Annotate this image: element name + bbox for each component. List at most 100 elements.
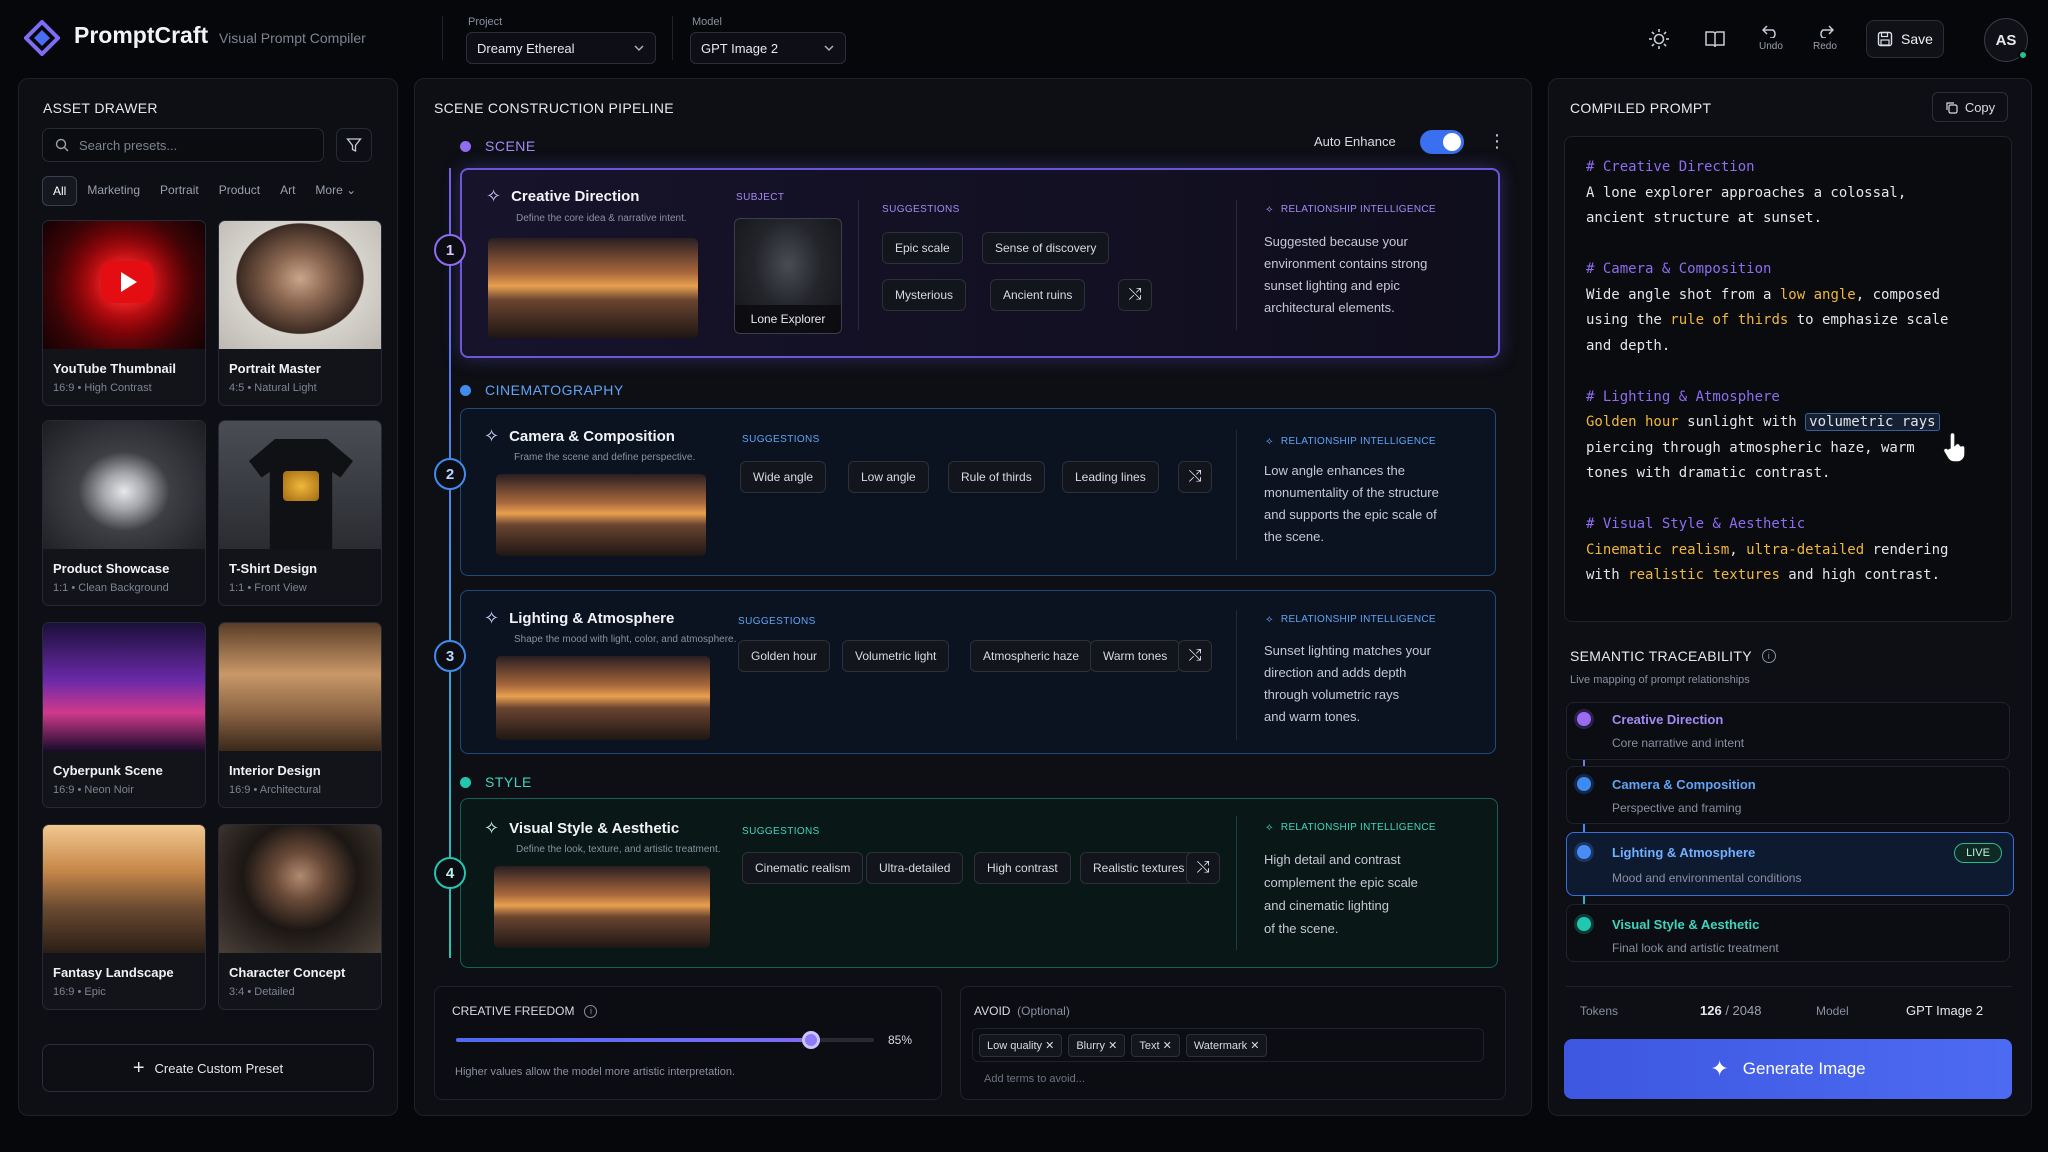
suggestions-label: SUGGESTIONS	[738, 616, 816, 627]
avatar[interactable]: AS	[1984, 18, 2028, 62]
preset-card[interactable]: Fantasy Landscape 16:9 • Epic	[42, 824, 206, 1010]
trace-dot	[1577, 777, 1591, 791]
divider	[1236, 610, 1237, 740]
scene-thumbnail	[496, 474, 706, 556]
redo-button[interactable]: Redo	[1813, 24, 1837, 52]
relationship-text: Sunset lighting matches your direction an…	[1264, 643, 1431, 724]
suggestion-chip[interactable]: Epic scale	[882, 232, 963, 264]
preset-card[interactable]: Interior Design 16:9 • Architectural	[218, 622, 382, 808]
suggestion-chip[interactable]: Ancient ruins	[990, 279, 1086, 311]
suggestion-chip[interactable]: Volumetric light	[842, 640, 950, 672]
more-vertical-icon[interactable]: ⋮	[1488, 132, 1506, 150]
creative-freedom-label: CREATIVE FREEDOM i	[452, 1004, 598, 1018]
undo-label: Undo	[1759, 41, 1783, 52]
divider	[1236, 200, 1237, 330]
asset-drawer-title: ASSET DRAWER	[43, 100, 158, 116]
generate-image-button[interactable]: ✦ Generate Image	[1564, 1039, 2012, 1099]
chevron-down-icon	[823, 42, 835, 54]
step-description: Shape the mood with light, color, and at…	[514, 634, 737, 645]
trace-dot	[1577, 712, 1591, 726]
trace-item-creative-direction[interactable]	[1566, 702, 2010, 760]
create-custom-preset-button[interactable]: + Create Custom Preset	[42, 1044, 374, 1092]
avoid-chip[interactable]: Watermark ✕	[1185, 1033, 1268, 1057]
sparkle-icon: ✧	[484, 818, 500, 838]
trace-item-camera-composition[interactable]	[1566, 766, 2010, 824]
traceability-title: SEMANTIC TRACEABILITY i	[1570, 648, 1776, 664]
avatar-initials: AS	[1995, 31, 2017, 49]
divider	[1566, 986, 2012, 987]
trace-title: Visual Style & Aesthetic	[1612, 917, 1760, 932]
suggestion-chip[interactable]: Cinematic realism	[742, 852, 864, 884]
shuffle-icon[interactable]: ⤭	[1178, 461, 1212, 493]
trace-title: Creative Direction	[1612, 712, 1724, 727]
creative-freedom-slider[interactable]	[456, 1031, 874, 1049]
filter-button[interactable]	[336, 128, 372, 162]
preset-meta: 16:9 • Epic	[53, 986, 106, 998]
preset-thumbnail	[43, 825, 205, 953]
relationship-intelligence-label: ⟡ RELATIONSHIP INTELLIGENCE	[1266, 822, 1436, 833]
subject-label: SUBJECT	[736, 192, 785, 203]
suggestion-chip[interactable]: Warm tones	[1090, 640, 1181, 672]
filter-tab-portrait[interactable]: Portrait	[150, 176, 209, 206]
filter-tab-product[interactable]: Product	[209, 176, 270, 206]
suggestion-chip[interactable]: Leading lines	[1062, 461, 1159, 493]
suggestion-chip[interactable]: Atmospheric haze	[970, 640, 1093, 672]
relationship-text: Low angle enhances the monumentality of t…	[1264, 463, 1439, 544]
suggestion-chip[interactable]: Rule of thirds	[948, 461, 1045, 493]
filter-tab-marketing[interactable]: Marketing	[77, 176, 150, 206]
book-icon[interactable]	[1704, 28, 1726, 50]
sun-icon[interactable]	[1648, 28, 1670, 50]
step-description: Frame the scene and define perspective.	[514, 452, 696, 463]
tokens-label: Tokens	[1580, 1004, 1619, 1018]
preset-thumbnail	[219, 221, 381, 349]
suggestion-chip[interactable]: Low angle	[848, 461, 929, 493]
suggestion-chip[interactable]: Ultra-detailed	[866, 852, 964, 884]
project-label: Project	[468, 16, 503, 28]
suggestion-chip[interactable]: Mysterious	[882, 279, 967, 311]
copy-button[interactable]: Copy	[1932, 92, 2008, 122]
filter-tab-all[interactable]: All	[42, 176, 78, 206]
project-value: Dreamy Ethereal	[477, 40, 575, 56]
suggestion-chip[interactable]: High contrast	[974, 852, 1071, 884]
info-icon: i	[584, 1004, 598, 1018]
trace-item-lighting-atmosphere[interactable]	[1566, 832, 2014, 896]
chevron-down-icon	[633, 42, 645, 54]
divider	[858, 200, 859, 330]
filter-tab-more[interactable]: More ⌄	[305, 176, 366, 206]
suggestion-chip[interactable]: Golden hour	[738, 640, 831, 672]
suggestion-chip[interactable]: Wide angle	[740, 461, 827, 493]
subject-card[interactable]: Lone Explorer	[734, 218, 842, 334]
creative-freedom-value: 85%	[888, 1033, 913, 1047]
save-button[interactable]: Save	[1866, 20, 1944, 58]
preset-card[interactable]: Character Concept 3:4 • Detailed	[218, 824, 382, 1010]
shuffle-icon[interactable]: ⤭	[1118, 279, 1152, 311]
suggestion-chip[interactable]: Sense of discovery	[982, 232, 1110, 264]
model-value: GPT Image 2	[701, 40, 779, 56]
trace-title: Camera & Composition	[1612, 777, 1756, 792]
preset-card[interactable]: T-Shirt Design 1:1 • Front View	[218, 420, 382, 606]
step-title: ✧ Visual Style & Aesthetic	[484, 818, 680, 838]
preset-thumbnail	[219, 421, 381, 549]
brain-icon: ⟡	[1266, 614, 1273, 625]
suggestions-label: SUGGESTIONS	[742, 826, 820, 837]
auto-enhance-toggle[interactable]	[1420, 130, 1464, 154]
preset-card[interactable]: YouTube Thumbnail 16:9 • High Contrast	[42, 220, 206, 406]
app-name: PromptCraft	[74, 22, 209, 48]
model-dropdown[interactable]: GPT Image 2	[690, 32, 846, 64]
shuffle-icon[interactable]: ⤭	[1178, 640, 1212, 672]
avoid-chip[interactable]: Blurry ✕	[1068, 1033, 1126, 1057]
shuffle-icon[interactable]: ⤭	[1186, 852, 1220, 884]
avoid-chip[interactable]: Text ✕	[1131, 1033, 1180, 1057]
search-input[interactable]: Search presets...	[42, 128, 324, 162]
preset-card[interactable]: Cyberpunk Scene 16:9 • Neon Noir	[42, 622, 206, 808]
avoid-chip[interactable]: Low quality ✕	[979, 1033, 1063, 1057]
undo-button[interactable]: Undo	[1759, 24, 1783, 52]
suggestion-chip[interactable]: Realistic textures	[1080, 852, 1198, 884]
avoid-input[interactable]: Add terms to avoid...	[972, 1066, 1484, 1092]
filter-tab-art[interactable]: Art	[270, 176, 305, 206]
project-dropdown[interactable]: Dreamy Ethereal	[466, 32, 656, 64]
preset-card[interactable]: Portrait Master 4:5 • Natural Light	[218, 220, 382, 406]
sparkle-icon: ✧	[484, 608, 500, 628]
preset-card[interactable]: Product Showcase 1:1 • Clean Background	[42, 420, 206, 606]
step-number: 4	[434, 857, 466, 889]
